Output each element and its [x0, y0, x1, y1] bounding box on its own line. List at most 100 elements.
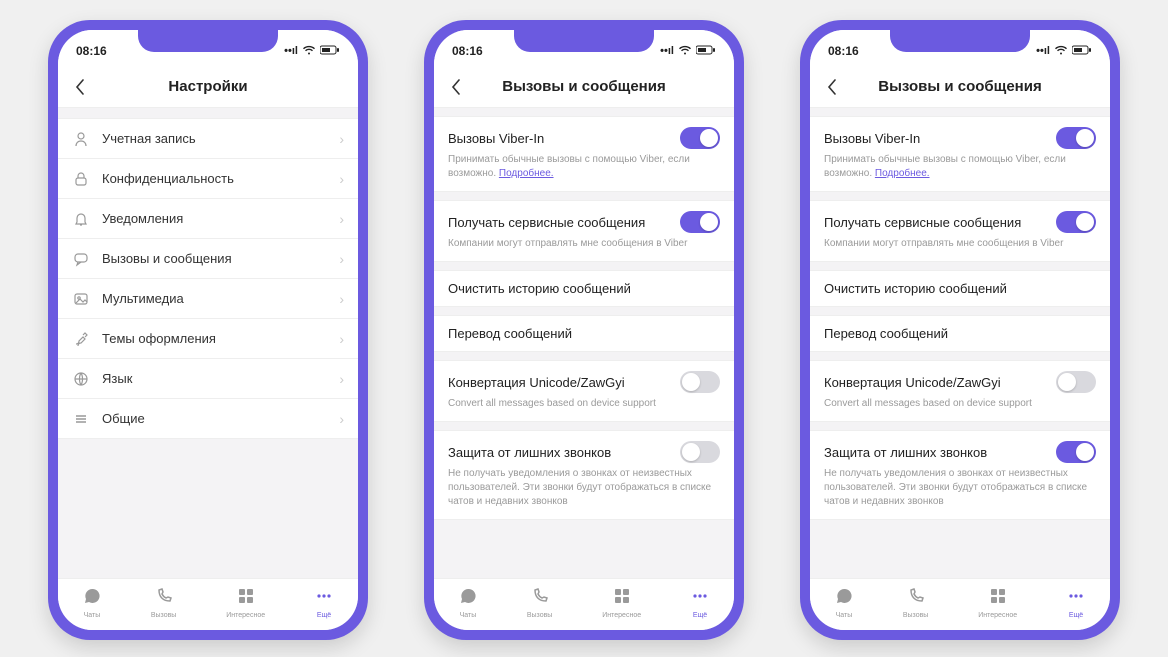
tab-calls[interactable]: Вызовы — [527, 587, 552, 619]
clock: 08:16 — [828, 44, 859, 58]
viber-in-toggle[interactable] — [680, 127, 720, 149]
chevron-right-icon: › — [339, 411, 344, 427]
phone-frame-2: 08:16 ••ıl Вызовы и сообщения Вызовы Vib… — [424, 20, 744, 640]
settings-row-label: Темы оформления — [102, 331, 327, 346]
phone-frame-3: 08:16 ••ıl Вызовы и сообщения Вызовы Vib… — [800, 20, 1120, 640]
service-msgs-label: Получать сервисные сообщения — [824, 215, 1021, 230]
zawgyi-section: Конвертация Unicode/ZawGyi Convert all m… — [434, 360, 734, 422]
viber-in-label: Вызовы Viber-In — [824, 131, 920, 146]
user-icon — [72, 130, 90, 148]
calls-icon — [907, 587, 925, 610]
clear-history-row[interactable]: Очистить историю сообщений — [434, 270, 734, 307]
zawgyi-toggle[interactable] — [680, 371, 720, 393]
settings-row-lock[interactable]: Конфиденциальность › — [58, 159, 358, 199]
brush-icon — [72, 330, 90, 348]
tab-label: Вызовы — [903, 612, 928, 619]
tab-chats[interactable]: Чаты — [835, 587, 853, 619]
service-msgs-desc: Компании могут отправлять мне сообщения … — [448, 237, 720, 251]
tab-discover[interactable]: Интересное — [226, 587, 265, 619]
back-button[interactable] — [444, 75, 468, 99]
clear-history-row[interactable]: Очистить историю сообщений — [810, 270, 1110, 307]
service-msgs-toggle[interactable] — [680, 211, 720, 233]
tab-more[interactable]: Ещё — [315, 587, 333, 619]
image-icon — [72, 290, 90, 308]
settings-row-label: Язык — [102, 371, 327, 386]
back-button[interactable] — [820, 75, 844, 99]
calls-icon — [155, 587, 173, 610]
chats-icon — [83, 587, 101, 610]
chevron-right-icon: › — [339, 371, 344, 387]
notch — [514, 30, 654, 52]
protect-calls-section: Защита от лишних звонков Не получать уве… — [810, 430, 1110, 520]
service-msgs-desc: Компании могут отправлять мне сообщения … — [824, 237, 1096, 251]
settings-row-globe[interactable]: Язык › — [58, 359, 358, 399]
tab-label: Ещё — [693, 612, 707, 619]
tab-more[interactable]: Ещё — [1067, 587, 1085, 619]
tab-label: Чаты — [84, 612, 101, 619]
translate-row[interactable]: Перевод сообщений — [434, 315, 734, 352]
service-msgs-section: Получать сервисные сообщения Компании мо… — [810, 200, 1110, 262]
page-title: Вызовы и сообщения — [810, 78, 1110, 95]
tab-calls[interactable]: Вызовы — [903, 587, 928, 619]
wifi-icon — [1054, 45, 1068, 58]
menu-icon — [72, 410, 90, 428]
settings-row-brush[interactable]: Темы оформления › — [58, 319, 358, 359]
settings-row-bell[interactable]: Уведомления › — [58, 199, 358, 239]
tab-more[interactable]: Ещё — [691, 587, 709, 619]
chats-icon — [835, 587, 853, 610]
tab-label: Чаты — [836, 612, 853, 619]
tab-bar: Чаты Вызовы Интересное Ещё — [810, 578, 1110, 630]
viber-in-desc: Принимать обычные вызовы с помощью Viber… — [824, 153, 1096, 181]
viber-in-desc: Принимать обычные вызовы с помощью Viber… — [448, 153, 720, 181]
chevron-right-icon: › — [339, 251, 344, 267]
protect-calls-toggle[interactable] — [680, 441, 720, 463]
chevron-right-icon: › — [339, 171, 344, 187]
settings-row-label: Общие — [102, 411, 327, 426]
wifi-icon — [302, 45, 316, 58]
phone-frame-1: 08:16 ••ıl Настройки Учетная запись › Ко… — [48, 20, 368, 640]
discover-icon — [989, 587, 1007, 610]
viber-in-section: Вызовы Viber-In Принимать обычные вызовы… — [434, 116, 734, 192]
translate-row[interactable]: Перевод сообщений — [810, 315, 1110, 352]
clock: 08:16 — [76, 44, 107, 58]
viber-in-more-link[interactable]: Подробнее. — [875, 168, 930, 179]
signal-icon: ••ıl — [1036, 45, 1050, 57]
tab-label: Вызовы — [527, 612, 552, 619]
tab-discover[interactable]: Интересное — [602, 587, 641, 619]
battery-icon — [1072, 45, 1092, 58]
tab-label: Вызовы — [151, 612, 176, 619]
service-msgs-section: Получать сервисные сообщения Компании мо… — [434, 200, 734, 262]
notch — [138, 30, 278, 52]
protect-calls-label: Защита от лишних звонков — [824, 445, 987, 460]
viber-in-more-link[interactable]: Подробнее. — [499, 168, 554, 179]
settings-row-image[interactable]: Мультимедиа › — [58, 279, 358, 319]
chat-icon — [72, 250, 90, 268]
tab-calls[interactable]: Вызовы — [151, 587, 176, 619]
settings-row-label: Учетная запись — [102, 131, 327, 146]
nav-header: Вызовы и сообщения — [434, 66, 734, 108]
settings-row-label: Вызовы и сообщения — [102, 251, 327, 266]
tab-label: Интересное — [978, 612, 1017, 619]
protect-calls-label: Защита от лишних звонков — [448, 445, 611, 460]
settings-row-user[interactable]: Учетная запись › — [58, 119, 358, 159]
wifi-icon — [678, 45, 692, 58]
protect-calls-desc: Не получать уведомления о звонках от неи… — [448, 467, 720, 509]
tab-chats[interactable]: Чаты — [459, 587, 477, 619]
zawgyi-desc: Convert all messages based on device sup… — [824, 397, 1096, 411]
tab-chats[interactable]: Чаты — [83, 587, 101, 619]
zawgyi-desc: Convert all messages based on device sup… — [448, 397, 720, 411]
chevron-right-icon: › — [339, 331, 344, 347]
settings-row-menu[interactable]: Общие › — [58, 399, 358, 439]
viber-in-section: Вызовы Viber-In Принимать обычные вызовы… — [810, 116, 1110, 192]
tab-label: Ещё — [317, 612, 331, 619]
back-button[interactable] — [68, 75, 92, 99]
zawgyi-label: Конвертация Unicode/ZawGyi — [824, 375, 1001, 390]
tab-label: Интересное — [226, 612, 265, 619]
protect-calls-toggle[interactable] — [1056, 441, 1096, 463]
discover-icon — [237, 587, 255, 610]
zawgyi-toggle[interactable] — [1056, 371, 1096, 393]
tab-discover[interactable]: Интересное — [978, 587, 1017, 619]
viber-in-toggle[interactable] — [1056, 127, 1096, 149]
service-msgs-toggle[interactable] — [1056, 211, 1096, 233]
settings-row-chat[interactable]: Вызовы и сообщения › — [58, 239, 358, 279]
